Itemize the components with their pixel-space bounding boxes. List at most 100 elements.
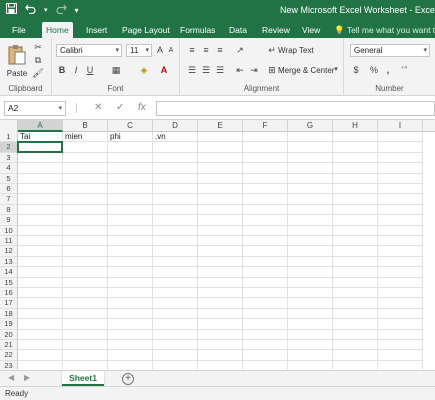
bold-button[interactable]: B <box>56 64 68 76</box>
cell-f13[interactable] <box>243 256 288 268</box>
cell-a8[interactable] <box>18 204 63 216</box>
paste-icon[interactable] <box>4 42 30 68</box>
enter-icon[interactable]: ✓ <box>116 101 124 115</box>
cell-i7[interactable] <box>378 194 423 205</box>
cell-a23[interactable] <box>18 360 63 370</box>
cell-a18[interactable] <box>18 308 63 320</box>
cell-f14[interactable] <box>243 267 288 278</box>
cell-d5[interactable] <box>153 173 198 184</box>
cell-b15[interactable] <box>63 277 108 288</box>
cell-b18[interactable] <box>63 308 108 320</box>
cell-d6[interactable] <box>153 184 198 195</box>
cell-g4[interactable] <box>288 163 333 174</box>
cell-d2[interactable] <box>153 142 198 153</box>
cell-f18[interactable] <box>243 308 288 320</box>
cell-i19[interactable] <box>378 319 423 330</box>
cell-e22[interactable] <box>198 350 243 361</box>
cell-d14[interactable] <box>153 267 198 278</box>
cell-h11[interactable] <box>333 236 378 247</box>
row-header-6[interactable]: 6 <box>0 184 18 195</box>
cell-i12[interactable] <box>378 246 423 257</box>
cell-f1[interactable] <box>243 132 288 143</box>
cell-c10[interactable] <box>108 225 153 236</box>
cell-a11[interactable] <box>18 236 63 247</box>
orientation-icon[interactable]: ↗ <box>234 44 246 56</box>
cell-a2[interactable] <box>18 142 63 153</box>
cell-a6[interactable] <box>18 184 63 195</box>
cell-b6[interactable] <box>63 184 108 195</box>
cell-d16[interactable] <box>153 288 198 299</box>
cell-c11[interactable] <box>108 236 153 247</box>
cell-i13[interactable] <box>378 256 423 268</box>
cell-b5[interactable] <box>63 173 108 184</box>
cell-h19[interactable] <box>333 319 378 330</box>
cell-a14[interactable] <box>18 267 63 278</box>
cell-g3[interactable] <box>288 152 333 164</box>
cell-d20[interactable] <box>153 329 198 340</box>
currency-button[interactable]: $ <box>350 64 362 76</box>
align-bottom-icon[interactable]: ≡ <box>214 44 226 56</box>
cell-a16[interactable] <box>18 288 63 299</box>
worksheet-grid[interactable]: ABCDEFGHI 1 Tai mien phi .vn 2 3 4 5 6 7 8 9 10 11 12 13… <box>0 120 435 370</box>
row-header-16[interactable]: 16 <box>0 288 18 299</box>
cell-h22[interactable] <box>333 350 378 361</box>
cell-h21[interactable] <box>333 340 378 351</box>
cell-e7[interactable] <box>198 194 243 205</box>
cell-e17[interactable] <box>198 298 243 309</box>
row-header-4[interactable]: 4 <box>0 163 18 174</box>
cell-i11[interactable] <box>378 236 423 247</box>
cell-e3[interactable] <box>198 152 243 164</box>
cell-e4[interactable] <box>198 163 243 174</box>
cell-g22[interactable] <box>288 350 333 361</box>
cell-c6[interactable] <box>108 184 153 195</box>
cell-g17[interactable] <box>288 298 333 309</box>
cell-c7[interactable] <box>108 194 153 205</box>
add-sheet-icon[interactable]: + <box>122 373 134 385</box>
tab-view[interactable]: View <box>298 22 324 38</box>
tab-home[interactable]: Home <box>42 22 73 38</box>
cell-f22[interactable] <box>243 350 288 361</box>
cell-b12[interactable] <box>63 246 108 257</box>
number-format-select[interactable]: General ▾ <box>350 44 430 57</box>
cell-f7[interactable] <box>243 194 288 205</box>
increase-decimal-icon[interactable]: ⁺⁰ <box>398 64 410 76</box>
cell-e18[interactable] <box>198 308 243 320</box>
undo-icon[interactable] <box>25 3 36 19</box>
cell-g7[interactable] <box>288 194 333 205</box>
cell-f4[interactable] <box>243 163 288 174</box>
cell-d19[interactable] <box>153 319 198 330</box>
cell-c3[interactable] <box>108 152 153 164</box>
cell-g9[interactable] <box>288 215 333 226</box>
cell-b4[interactable] <box>63 163 108 174</box>
column-header-g[interactable]: G <box>288 120 333 132</box>
row-header-3[interactable]: 3 <box>0 152 18 164</box>
cell-b2[interactable] <box>63 142 108 153</box>
row-header-7[interactable]: 7 <box>0 194 18 205</box>
cell-g23[interactable] <box>288 360 333 370</box>
cell-b8[interactable] <box>63 204 108 216</box>
cell-g20[interactable] <box>288 329 333 340</box>
cell-i14[interactable] <box>378 267 423 278</box>
cell-h3[interactable] <box>333 152 378 164</box>
cell-h15[interactable] <box>333 277 378 288</box>
cell-g19[interactable] <box>288 319 333 330</box>
cell-i22[interactable] <box>378 350 423 361</box>
cell-g15[interactable] <box>288 277 333 288</box>
cell-a4[interactable] <box>18 163 63 174</box>
cell-f6[interactable] <box>243 184 288 195</box>
cell-c18[interactable] <box>108 308 153 320</box>
cell-a12[interactable] <box>18 246 63 257</box>
cell-c8[interactable] <box>108 204 153 216</box>
cell-f20[interactable] <box>243 329 288 340</box>
customize-qat-icon[interactable]: ▾ <box>75 3 79 19</box>
comma-style-button[interactable]: , <box>382 64 394 76</box>
select-all-corner[interactable] <box>0 120 18 132</box>
align-right-icon[interactable]: ☰ <box>214 64 226 76</box>
cell-h8[interactable] <box>333 204 378 216</box>
column-header-d[interactable]: D <box>153 120 198 132</box>
cell-h6[interactable] <box>333 184 378 195</box>
cell-d12[interactable] <box>153 246 198 257</box>
cell-f16[interactable] <box>243 288 288 299</box>
cell-a9[interactable] <box>18 215 63 226</box>
row-header-12[interactable]: 12 <box>0 246 18 257</box>
